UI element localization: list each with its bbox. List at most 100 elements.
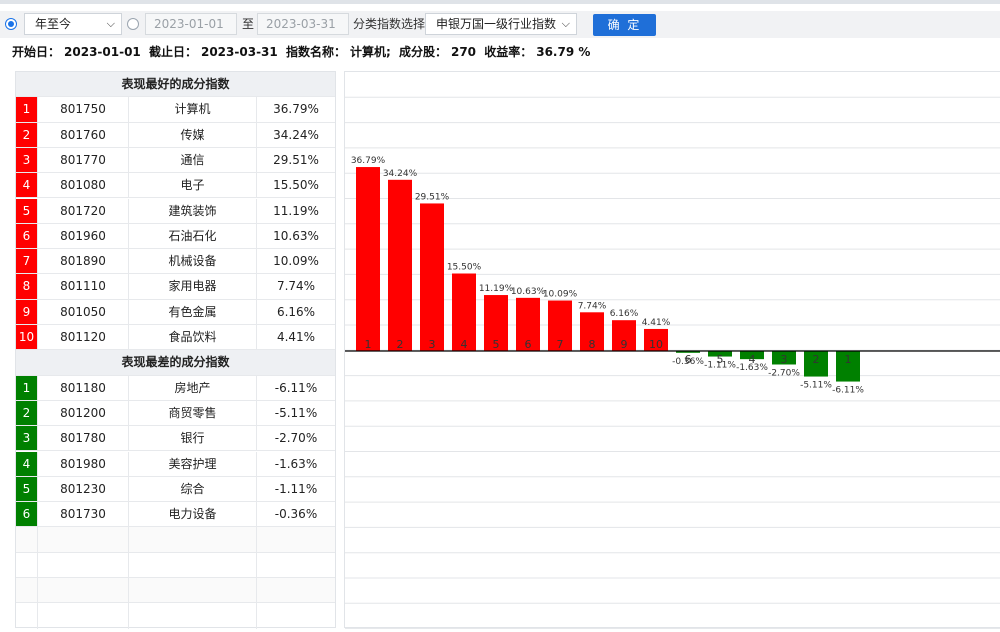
code-cell: 801120	[38, 325, 129, 350]
return-cell: 36.79%	[273, 102, 319, 117]
start-label: 开始日：	[12, 45, 61, 59]
rank-cell: 3	[16, 147, 38, 173]
empty-cell	[257, 553, 335, 577]
code-cell: 801110	[38, 274, 129, 299]
category-label: 1	[365, 338, 372, 351]
name-cell: 石油石化	[129, 223, 257, 249]
return-cell: 11.19%	[273, 203, 319, 218]
category-label: 6	[685, 353, 692, 366]
rank-cell: 4	[16, 173, 38, 198]
period-select-value: 年至今	[35, 17, 72, 31]
bar-chart: 36.79% 1 34.24% 2 29.51% 3 15.50% 4 11.19% 5 10.63…	[345, 96, 1000, 630]
code-cell: 801750	[38, 97, 129, 122]
return-cell: -1.11%	[274, 481, 318, 496]
name-cell: 房地产	[129, 375, 257, 400]
category-label: 4	[461, 338, 468, 351]
date-range-radio[interactable]	[127, 18, 139, 30]
table-row[interactable]: 1 801180 房地产 -6.11%	[16, 375, 335, 401]
category-label: 5	[493, 338, 500, 351]
chevron-down-icon: ⌵	[106, 17, 115, 30]
table-row[interactable]: 7 801890 机械设备 10.09%	[16, 249, 335, 275]
return-cell: -1.63%	[274, 456, 318, 471]
rank-cell: 2	[16, 122, 38, 147]
return-cell: 10.09%	[273, 254, 319, 269]
table-row[interactable]: 10 801120 食品饮料 4.41%	[16, 325, 335, 351]
rank-cell: 10	[16, 325, 38, 350]
period-select[interactable]: 年至今 ⌵	[24, 13, 122, 35]
name-cell: 商贸零售	[129, 400, 257, 426]
table-row[interactable]: 6 801730 电力设备 -0.36%	[16, 502, 335, 528]
code-cell: 801200	[38, 400, 129, 426]
code-cell: 801890	[38, 249, 129, 274]
rank-cell: 5	[16, 476, 38, 502]
index-value: 计算机;	[349, 45, 391, 59]
name-cell: 电子	[129, 173, 257, 198]
data-label: 10.09%	[543, 290, 578, 300]
table-row[interactable]: 4 801980 美容护理 -1.63%	[16, 451, 335, 477]
return-cell: -2.70%	[274, 431, 318, 446]
table-row[interactable]: 8 801110 家用电器 7.74%	[16, 274, 335, 300]
count-value: 270	[450, 45, 477, 59]
return-cell: -0.36%	[274, 507, 318, 522]
category-select[interactable]: 申银万国一级行业指数 ⌵	[425, 13, 577, 35]
empty-cell	[257, 578, 335, 602]
return-label: 收益率：	[484, 45, 533, 59]
table-row[interactable]: 2 801760 传媒 34.24%	[16, 122, 335, 148]
empty-cell	[257, 527, 335, 551]
data-label: 10.63%	[511, 287, 546, 297]
empty-cell	[38, 527, 129, 552]
code-cell: 801730	[38, 502, 129, 527]
category-label: 2	[397, 338, 404, 351]
confirm-button[interactable]: 确 定	[593, 14, 656, 36]
empty-cell	[129, 552, 257, 577]
data-label: 36.79%	[351, 156, 386, 166]
table-row[interactable]: 2 801200 商贸零售 -5.11%	[16, 400, 335, 427]
code-cell: 801960	[38, 223, 129, 249]
name-cell: 有色金属	[129, 299, 257, 324]
name-cell: 美容护理	[129, 451, 257, 476]
empty-cell	[129, 603, 257, 629]
data-label: -6.11%	[832, 386, 864, 396]
table-row[interactable]: 4 801080 电子 15.50%	[16, 173, 335, 199]
bar-chart-panel: 36.79% 1 34.24% 2 29.51% 3 15.50% 4 11.19% 5 10.63…	[344, 71, 1000, 630]
table-row[interactable]: 9 801050 有色金属 6.16%	[16, 299, 335, 325]
table-row[interactable]: 6 801960 石油石化 10.63%	[16, 223, 335, 250]
table-row[interactable]: 5 801720 建筑装饰 11.19%	[16, 198, 335, 224]
return-cell: 4.41%	[276, 330, 316, 344]
data-label: 6.16%	[610, 309, 639, 319]
start-date-input[interactable]: 2023-01-01	[145, 13, 237, 35]
category-label: 9	[621, 338, 628, 351]
end-date-input[interactable]: 2023-03-31	[257, 13, 349, 35]
rank-cell: 1	[16, 97, 38, 122]
empty-cell	[38, 603, 129, 629]
empty-cell	[257, 603, 335, 628]
bar	[356, 167, 380, 351]
toolbar: 年至今 ⌵ 2023-01-01 至 2023-03-31 分类指数选择 申银万…	[0, 11, 1000, 38]
code-cell: 801180	[38, 375, 129, 400]
rank-cell: 2	[16, 400, 38, 426]
summary-bar: 开始日： 2023-01-01 截止日： 2023-03-31 指数名称： 计算机; …	[12, 43, 594, 60]
empty-cell	[16, 527, 38, 552]
rank-cell: 1	[16, 375, 38, 400]
name-cell: 传媒	[129, 122, 257, 147]
data-label: -5.11%	[800, 381, 832, 391]
table-row[interactable]: 3 801770 通信 29.51%	[16, 147, 335, 174]
bar	[420, 203, 444, 351]
empty-row	[16, 603, 335, 629]
table-row[interactable]: 5 801230 综合 -1.11%	[16, 476, 335, 503]
category-label: 分类指数选择	[353, 17, 426, 31]
category-label: 2	[813, 353, 820, 366]
code-cell: 801760	[38, 122, 129, 147]
start-value: 2023-01-01	[64, 45, 141, 59]
worst-table-title: 表现最差的成分指数	[16, 350, 335, 376]
code-cell: 801720	[38, 198, 129, 223]
period-radio[interactable]	[5, 18, 17, 30]
top-divider	[0, 0, 1000, 4]
table-row[interactable]: 1 801750 计算机 36.79%	[16, 97, 335, 123]
code-cell: 801230	[38, 476, 129, 502]
category-label: 6	[525, 338, 532, 351]
return-cell: 29.51%	[273, 152, 319, 167]
name-cell: 电力设备	[129, 502, 257, 527]
table-row[interactable]: 3 801780 银行 -2.70%	[16, 426, 335, 452]
data-label: -2.70%	[768, 369, 800, 379]
